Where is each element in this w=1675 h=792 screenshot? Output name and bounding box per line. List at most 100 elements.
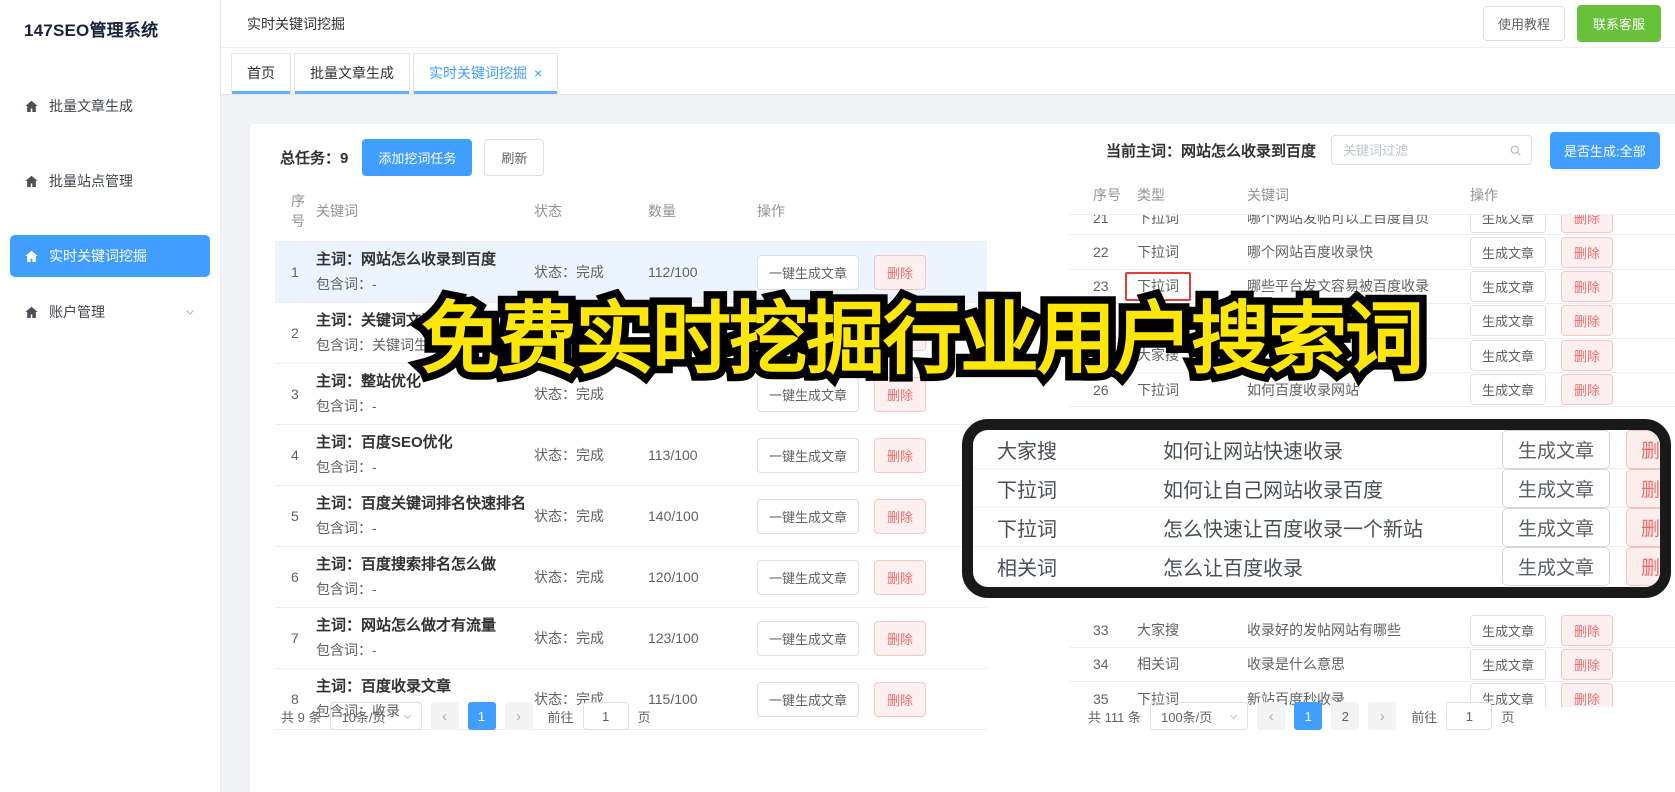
keyword-row[interactable]: 25 大家搜 生成文章 删除: [1070, 339, 1675, 373]
task-include-word: 包含词：-: [316, 459, 377, 475]
delete-button[interactable]: 删除: [1625, 468, 1660, 508]
task-include-word: 包含词：-: [316, 398, 377, 414]
generate-article-button[interactable]: 生成文章: [1501, 430, 1610, 469]
prev-page-button[interactable]: ‹: [430, 702, 459, 730]
task-index: 7: [291, 630, 299, 646]
sidebar-item-batch-site[interactable]: 批量站点管理: [10, 160, 210, 202]
delete-button[interactable]: 删除: [874, 681, 927, 717]
tutorial-button[interactable]: 使用教程: [1482, 6, 1565, 41]
delete-button[interactable]: 删除: [1625, 507, 1660, 547]
goto-page-input[interactable]: [1446, 702, 1493, 730]
delete-button[interactable]: 删除: [874, 498, 927, 534]
keyword-row[interactable]: 21 下拉词 哪个网站发帖可以上百度首页 生成文章 删除: [1070, 215, 1675, 236]
tab-batch-article[interactable]: 批量文章生成: [294, 53, 410, 94]
delete-button[interactable]: 删除: [1561, 683, 1614, 707]
generate-article-button[interactable]: 生成文章: [1470, 648, 1547, 680]
delete-button[interactable]: 删除: [874, 254, 927, 290]
delete-button[interactable]: 删除: [1561, 270, 1614, 302]
keyword-row[interactable]: 22 下拉词 哪个网站百度收录快 生成文章 删除: [1070, 235, 1675, 270]
goto-page-input[interactable]: [582, 702, 629, 730]
tab-home[interactable]: 首页: [231, 53, 291, 94]
generate-article-button[interactable]: 生成文章: [1470, 374, 1547, 406]
next-page-button[interactable]: ›: [1368, 702, 1397, 730]
task-main-word: 主词：整站优化: [316, 373, 422, 390]
generate-article-button[interactable]: 生成文章: [1470, 270, 1547, 302]
generate-articles-button[interactable]: 一键生成文章: [757, 315, 860, 351]
delete-button[interactable]: 删除: [874, 376, 927, 412]
sidebar-item-keyword-mining[interactable]: 实时关键词挖掘: [10, 235, 210, 277]
prev-page-button[interactable]: ‹: [1257, 702, 1286, 730]
generate-article-button[interactable]: 生成文章: [1501, 507, 1610, 547]
delete-button[interactable]: 删除: [874, 315, 927, 351]
keyword-row[interactable]: 26 下拉词 如何百度收录网站 生成文章 删除: [1070, 373, 1675, 408]
keyword-row[interactable]: 34 相关词 收录是什么意思 生成文章 删除: [1070, 648, 1675, 683]
task-row[interactable]: 2 主词：关键词文章自动生成 包含词：关键词生成 状态：完成 100/100 一键…: [275, 303, 987, 364]
generate-article-button[interactable]: 生成文章: [1501, 468, 1610, 508]
generate-articles-button[interactable]: 一键生成文章: [757, 559, 860, 595]
generate-articles-button[interactable]: 一键生成文章: [757, 620, 860, 656]
generate-article-button[interactable]: 生成文章: [1470, 614, 1547, 646]
task-row[interactable]: 4 主词：百度SEO优化 包含词：- 状态：完成 113/100 一键生成文章 删除: [275, 425, 987, 486]
page-unit-label: 页: [1501, 709, 1515, 725]
generate-article-button[interactable]: 生成文章: [1470, 339, 1547, 371]
sidebar-item-account[interactable]: 账户管理: [10, 291, 210, 333]
task-row[interactable]: 1 主词：网站怎么收录到百度 包含词：- 状态：完成 112/100 一键生成文章…: [275, 242, 987, 303]
delete-button[interactable]: 删除: [1561, 648, 1614, 680]
magnified-keyword-row: 下拉词 怎么快速让百度收录一个新站 生成文章 删除: [973, 507, 1660, 547]
add-mining-task-button[interactable]: 添加挖词任务: [362, 139, 473, 176]
delete-button[interactable]: 删除: [1561, 305, 1614, 337]
page-number-2[interactable]: 2: [1331, 702, 1360, 730]
keyword-type: 下拉词: [1137, 244, 1179, 261]
delete-button[interactable]: 删除: [1625, 430, 1660, 469]
delete-button[interactable]: 删除: [874, 559, 927, 595]
generate-article-button[interactable]: 生成文章: [1470, 215, 1547, 234]
keyword-row[interactable]: 23 下拉词 哪些平台发文容易被百度收录 生成文章 删除: [1070, 270, 1675, 305]
page-number-1[interactable]: 1: [467, 702, 496, 730]
task-row[interactable]: 3 主词：整站优化 包含词：- 状态：完成 一键生成文章 删除: [275, 364, 987, 425]
generate-articles-button[interactable]: 一键生成文章: [757, 498, 860, 534]
task-index: 5: [291, 508, 299, 524]
task-row[interactable]: 7 主词：网站怎么做才有流量 包含词：- 状态：完成 123/100 一键生成文章…: [275, 608, 987, 669]
delete-button[interactable]: 删除: [874, 620, 927, 656]
col-quantity: 数量: [648, 203, 676, 219]
delete-button[interactable]: 删除: [1561, 236, 1614, 268]
delete-button[interactable]: 删除: [1561, 374, 1614, 406]
page-size-value: 100条/页: [1160, 709, 1213, 725]
keyword-row[interactable]: 24 下拉词 生成文章 删除: [1070, 304, 1675, 339]
generate-articles-button[interactable]: 一键生成文章: [757, 376, 860, 412]
keyword-index: 24: [1093, 312, 1109, 329]
keyword-text: 如何让自己网站收录百度: [1163, 479, 1383, 502]
keyword-row[interactable]: 33 大家搜 收录好的发帖网站有哪些 生成文章 删除: [1070, 613, 1675, 648]
next-page-button[interactable]: ›: [504, 702, 533, 730]
goto-label: 前往: [1411, 709, 1438, 725]
generate-articles-button[interactable]: 一键生成文章: [757, 254, 860, 290]
task-row[interactable]: 5 主词：百度关键词排名快速排名 包含词：- 状态：完成 140/100 一键生成…: [275, 486, 987, 547]
page-size-select[interactable]: 10条/页: [330, 702, 422, 730]
sidebar-item-batch-article[interactable]: 批量文章生成: [10, 85, 210, 127]
page-number-1[interactable]: 1: [1294, 702, 1323, 730]
keyword-filter-input[interactable]: [1341, 141, 1510, 159]
keyword-type: 下拉词: [1137, 381, 1179, 398]
tab-keyword-mining[interactable]: 实时关键词挖掘 ×: [413, 53, 559, 94]
page-size-select[interactable]: 100条/页: [1149, 702, 1249, 730]
contact-support-button[interactable]: 联系客服: [1576, 5, 1661, 42]
close-icon[interactable]: ×: [534, 65, 542, 81]
delete-button[interactable]: 删除: [1625, 547, 1660, 586]
generate-all-toggle-button[interactable]: 是否生成:全部: [1550, 131, 1660, 169]
keyword-filter-field[interactable]: [1331, 135, 1533, 165]
keyword-text: 如何百度收录网站: [1247, 381, 1359, 398]
refresh-button[interactable]: 刷新: [484, 139, 545, 176]
delete-button[interactable]: 删除: [874, 437, 927, 473]
delete-button[interactable]: 删除: [1561, 614, 1614, 646]
task-pagination: 共 9 条 10条/页 ‹ 1 › 前往 页: [281, 702, 651, 730]
magnified-keyword-row: 大家搜 如何让网站快速收录 生成文章 删除: [973, 430, 1660, 469]
generate-article-button[interactable]: 生成文章: [1470, 236, 1547, 268]
delete-button[interactable]: 删除: [1561, 215, 1614, 234]
delete-button[interactable]: 删除: [1561, 339, 1614, 371]
task-row[interactable]: 6 主词：百度搜索排名怎么做 包含词：- 状态：完成 120/100 一键生成文章…: [275, 547, 987, 608]
generate-articles-button[interactable]: 一键生成文章: [757, 437, 860, 473]
generate-articles-button[interactable]: 一键生成文章: [757, 681, 860, 717]
generate-article-button[interactable]: 生成文章: [1470, 305, 1547, 337]
generate-article-button[interactable]: 生成文章: [1501, 547, 1610, 586]
task-main-word: 主词：百度搜索排名怎么做: [316, 556, 497, 573]
